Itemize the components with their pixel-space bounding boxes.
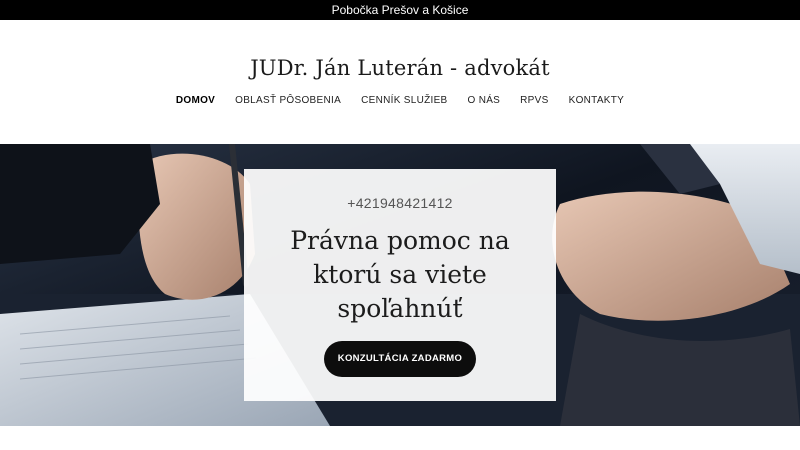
content-start xyxy=(0,426,800,450)
nav-item-o-nas[interactable]: O NÁS xyxy=(458,95,511,106)
site-header: JUDr. Ján Luterán - advokát DOMOV OBLASŤ… xyxy=(0,20,800,144)
nav-item-rpvs[interactable]: RPVS xyxy=(510,95,558,106)
hero-section: +421948421412 Právna pomoc na ktorú sa v… xyxy=(0,144,800,426)
hero-card: +421948421412 Právna pomoc na ktorú sa v… xyxy=(244,169,556,401)
phone-number[interactable]: +421948421412 xyxy=(244,195,556,211)
hero-headline: Právna pomoc na ktorú sa viete spoľahnúť xyxy=(290,226,510,323)
main-navigation: DOMOV OBLASŤ PÔSOBENIA CENNÍK SLUŽIEB O … xyxy=(0,95,800,106)
nav-item-oblast-posobenia[interactable]: OBLASŤ PÔSOBENIA xyxy=(225,95,351,106)
nav-item-domov[interactable]: DOMOV xyxy=(166,95,225,106)
nav-item-cennik-sluzieb[interactable]: CENNÍK SLUŽIEB xyxy=(351,95,457,106)
site-title[interactable]: JUDr. Ján Luterán - advokát xyxy=(0,56,800,80)
top-announcement-bar: Pobočka Prešov a Košice xyxy=(0,0,800,20)
free-consultation-button[interactable]: KONZULTÁCIA ZADARMO xyxy=(324,341,476,377)
branch-info-text: Pobočka Prešov a Košice xyxy=(331,3,469,17)
nav-item-kontakty[interactable]: KONTAKTY xyxy=(559,95,635,106)
